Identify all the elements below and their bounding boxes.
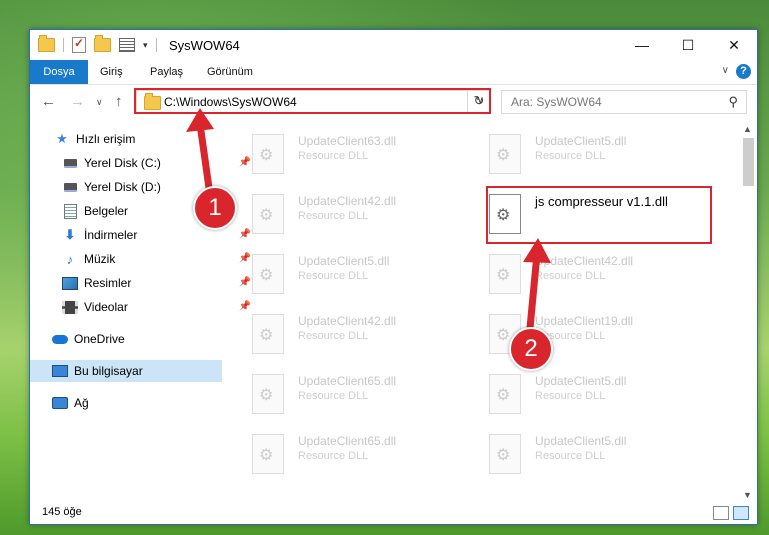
- annotation-arrows: [186, 108, 551, 332]
- arrow-2-head: [523, 238, 551, 263]
- step-badge-2: 2: [509, 327, 553, 371]
- arrow-2: [526, 250, 541, 332]
- step-badge-1: 1: [193, 186, 237, 230]
- arrow-1: [196, 120, 214, 199]
- arrow-1-head: [186, 108, 214, 132]
